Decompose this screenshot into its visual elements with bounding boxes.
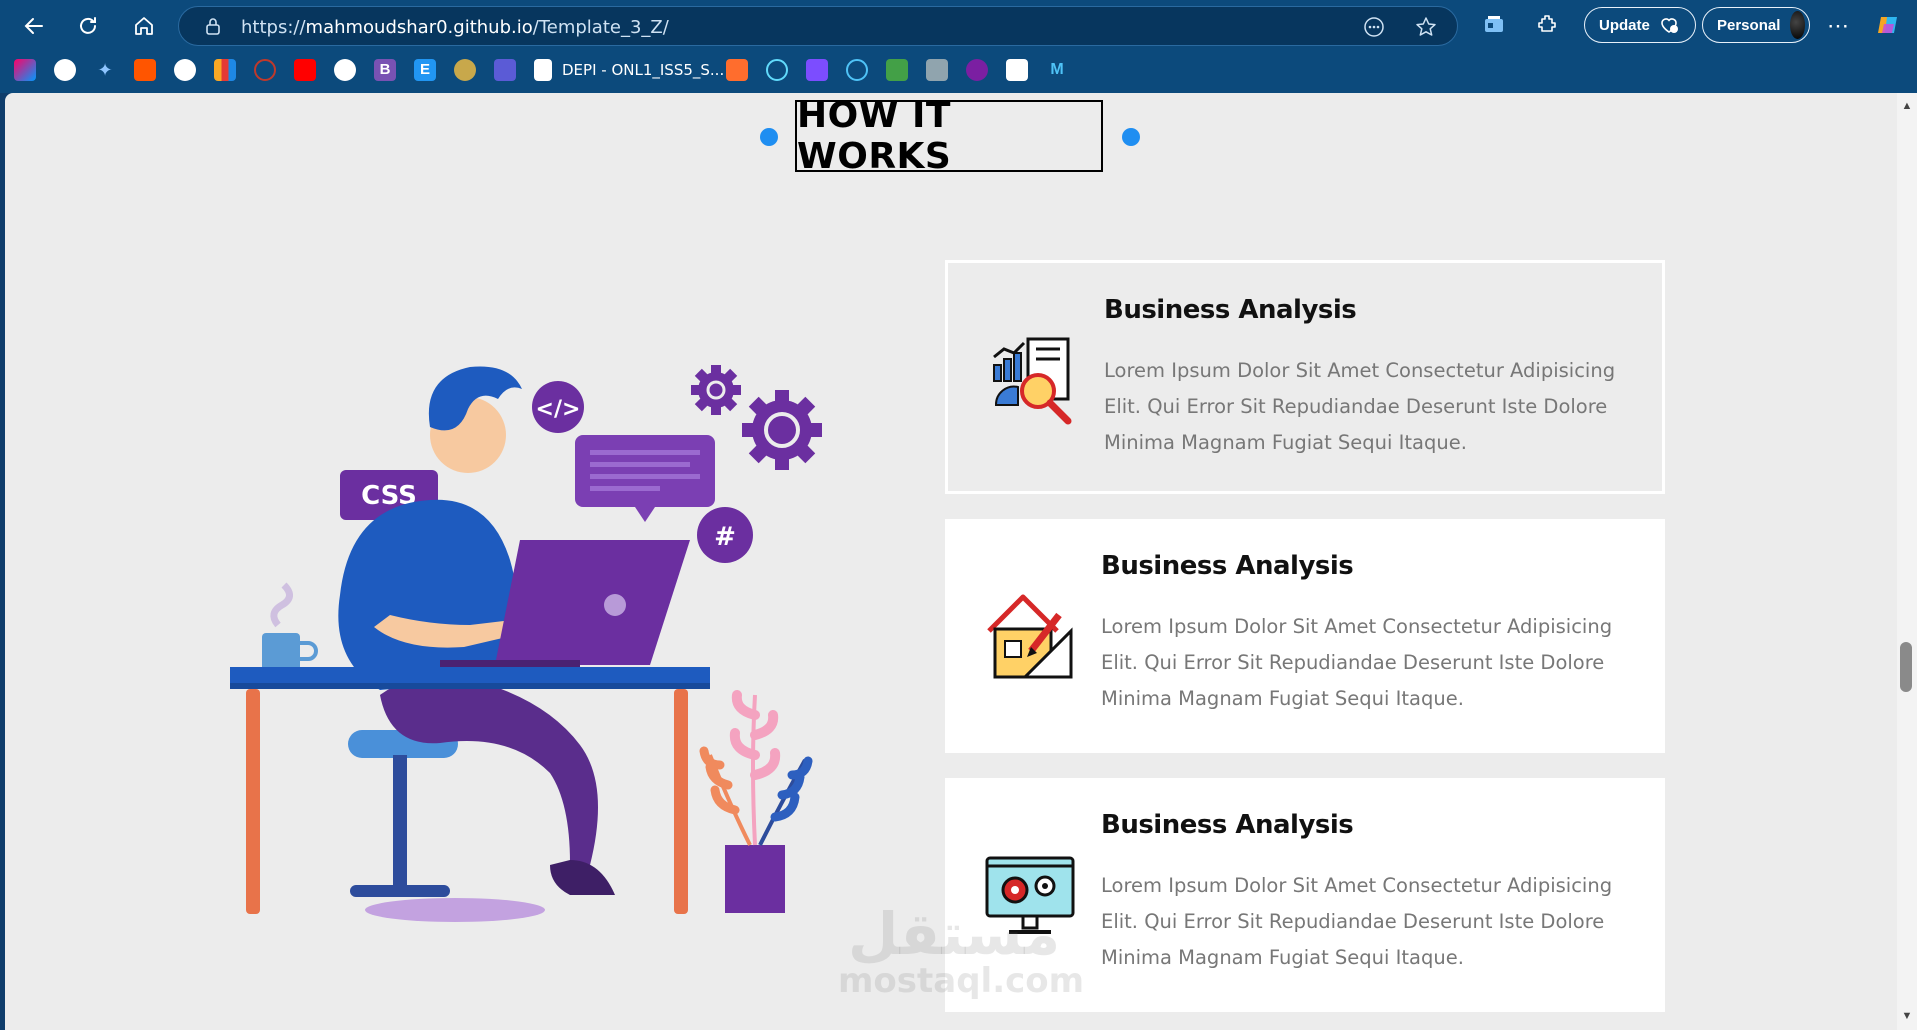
person-shoe — [550, 860, 615, 895]
title-dot-left — [760, 128, 778, 146]
profile-button[interactable]: Personal — [1702, 7, 1810, 43]
plant — [699, 690, 813, 913]
url-path: /Template_3_Z/ — [532, 17, 669, 38]
bookmark-site-icon[interactable] — [254, 59, 276, 81]
bookmark-folder-icon[interactable] — [534, 59, 552, 81]
message-bubble — [575, 435, 715, 522]
card-title: Business Analysis — [1104, 295, 1357, 325]
scroll-thumb[interactable] — [1900, 642, 1912, 692]
bookmark-h-icon[interactable] — [494, 59, 516, 81]
bookmark-depi-label[interactable]: DEPI - ONL1_ISS5_S... — [562, 61, 724, 79]
analytics-magnifier-icon — [993, 337, 1072, 425]
gear-large-icon — [742, 390, 822, 470]
bookmark-cloud-icon[interactable] — [926, 59, 948, 81]
watermark-arabic: مستقل — [848, 900, 1061, 968]
bookmark-ibm-icon[interactable] — [1006, 59, 1028, 81]
back-icon[interactable] — [18, 10, 50, 42]
watermark-logo: مستقل mostaql.com — [838, 905, 1084, 999]
address-bar[interactable]: https://mahmoudshar0.github.io/Template_… — [178, 6, 1458, 46]
bookmark-vite-icon[interactable] — [806, 59, 828, 81]
card-text: Lorem Ipsum Dolor Sit Amet Consectetur A… — [1101, 615, 1613, 710]
desk-edge — [230, 683, 710, 689]
house-design-icon — [987, 594, 1073, 679]
bookmark-soundcloud-icon[interactable] — [134, 59, 156, 81]
step-card[interactable]: Business Analysis Lorem Ipsum Dolor Sit … — [945, 519, 1665, 753]
chair — [348, 730, 458, 897]
card-title: Business Analysis — [1101, 810, 1354, 840]
bookmark-node-icon[interactable] — [886, 59, 908, 81]
bookmark-netflix-icon[interactable] — [334, 59, 356, 81]
desk-leg-left — [246, 689, 260, 914]
floor-shadow — [365, 898, 545, 922]
scrollbar[interactable] — [1897, 93, 1917, 1030]
gear-small-icon — [691, 365, 741, 415]
laptop-screen — [495, 540, 690, 665]
bookmarks-bar: ✦ B E DEPI - ONL1_ISS5_S... M — [0, 52, 1917, 88]
desk-leg-right — [674, 689, 688, 914]
card-title: Business Analysis — [1101, 551, 1354, 581]
bookmark-emblem-icon[interactable] — [454, 59, 476, 81]
update-button[interactable]: Update — [1584, 7, 1696, 43]
lock-icon[interactable] — [203, 16, 223, 36]
browser-chrome: https://mahmoudshar0.github.io/Template_… — [0, 0, 1917, 93]
bookmark-postman-icon[interactable] — [726, 59, 748, 81]
bookmark-youtube-icon[interactable] — [294, 59, 316, 81]
bookmark-react-icon[interactable] — [766, 59, 788, 81]
section-title: HOW IT WORKS — [795, 95, 1103, 177]
bookmark-wave-icon[interactable] — [846, 59, 868, 81]
update-label: Update — [1599, 16, 1650, 34]
bookmark-m-icon[interactable]: M — [1046, 59, 1068, 81]
reading-view-icon[interactable] — [1480, 12, 1508, 40]
scroll-down-arrow[interactable]: ▼ — [1900, 1010, 1914, 1024]
bookmark-github-icon[interactable] — [174, 59, 196, 81]
bookmark-gemini-icon[interactable]: ✦ — [94, 59, 116, 81]
watermark-latin: mostaql.com — [838, 961, 1085, 1001]
card-text: Lorem Ipsum Dolor Sit Amet Consectetur A… — [1104, 359, 1616, 454]
laptop-base — [440, 660, 580, 668]
reload-icon[interactable] — [72, 10, 104, 42]
copilot-icon[interactable] — [1874, 12, 1902, 40]
coffee-mug — [262, 582, 318, 677]
developer-illustration: </> # CSS — [230, 365, 822, 922]
browser-toolbar: https://mahmoudshar0.github.io/Template_… — [0, 0, 1917, 52]
update-heart-icon — [1661, 18, 1678, 33]
bookmark-copilot-icon[interactable] — [14, 59, 36, 81]
favorite-star-icon[interactable] — [1415, 16, 1437, 38]
url-text: https://mahmoudshar0.github.io/Template_… — [241, 17, 669, 38]
bookmark-analytics-icon[interactable] — [214, 59, 236, 81]
more-menu-icon[interactable]: ⋯ — [1824, 12, 1852, 40]
person-legs — [380, 677, 598, 865]
home-icon[interactable] — [128, 10, 160, 42]
scroll-up-arrow[interactable]: ▲ — [1900, 100, 1914, 114]
bookmark-u-icon[interactable] — [966, 59, 988, 81]
code-bubble-text: </> — [536, 397, 581, 422]
bookmark-chatgpt-icon[interactable] — [54, 59, 76, 81]
avatar — [1790, 11, 1805, 39]
bookmark-bootstrap-icon[interactable]: B — [374, 59, 396, 81]
extensions-icon[interactable] — [1534, 12, 1562, 40]
profile-label: Personal — [1717, 16, 1781, 34]
bookmark-e-icon[interactable]: E — [414, 59, 436, 81]
more-page-actions-icon[interactable] — [1363, 16, 1385, 38]
hash-bubble-text: # — [714, 522, 736, 552]
url-host: mahmoudshar0.github.io — [305, 17, 533, 38]
title-dot-right — [1122, 128, 1140, 146]
card-text: Lorem Ipsum Dolor Sit Amet Consectetur A… — [1101, 874, 1613, 969]
laptop-logo — [604, 594, 626, 616]
url-scheme: https:// — [241, 17, 306, 38]
step-card[interactable]: Business Analysis Lorem Ipsum Dolor Sit … — [945, 260, 1665, 494]
